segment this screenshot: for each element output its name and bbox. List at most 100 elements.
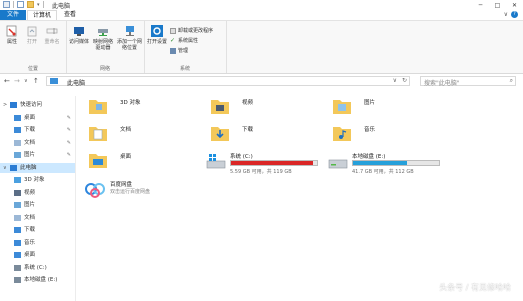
new-folder-quick-icon[interactable] [27, 1, 34, 8]
drive-usage-fill [353, 161, 407, 165]
tab-view[interactable]: 查看 [57, 10, 83, 20]
rename-button[interactable]: 重命名 [42, 25, 62, 45]
properties-label: 属性 [6, 39, 17, 45]
media-icon [73, 25, 85, 37]
customize-toolbar-icon[interactable]: ▾ [37, 2, 40, 8]
search-box[interactable]: 搜索"此电脑" ⌕ [420, 76, 516, 87]
folder-music[interactable]: 音乐 [332, 123, 442, 145]
minimize-button[interactable]: ─ [472, 0, 489, 10]
manage-button[interactable]: 管理 [170, 47, 188, 54]
folder-pictures[interactable]: 图片 [332, 96, 442, 118]
sidebar-item-label: 文档 [24, 214, 36, 221]
system-properties-button[interactable]: ✓ 系统属性 [170, 37, 198, 44]
sidebar-item[interactable]: 文档 ✎ [0, 138, 75, 148]
properties-quick-icon[interactable] [17, 1, 24, 8]
folder-3d-objects[interactable]: 3D 对象 [88, 96, 198, 118]
manage-icon [170, 47, 176, 54]
sidebar-item[interactable]: 桌面 [0, 250, 75, 260]
network-drive-icon [97, 25, 109, 37]
ribbon-expand-icon[interactable]: ∨ [504, 11, 508, 18]
sidebar-item[interactable]: ∨ 此电脑 [0, 162, 75, 173]
drive-usage-bar [352, 160, 440, 166]
sidebar-item[interactable]: 图片 ✎ [0, 150, 75, 160]
sidebar-item[interactable]: > 快速访问 [0, 100, 75, 110]
network-location-icon [124, 25, 136, 37]
ribbon-group-label-system: 系统 [179, 66, 190, 72]
sidebar-item-label: 3D 对象 [24, 177, 45, 183]
folder-desktop[interactable]: 桌面 [88, 150, 198, 172]
pin-icon[interactable]: ✎ [67, 113, 71, 123]
ribbon-group-location: 属性 打开 重命名 位置 [0, 21, 67, 73]
document-icon [14, 139, 21, 146]
pin-icon[interactable]: ✎ [67, 125, 71, 135]
access-media-label: 访问媒体 [68, 39, 89, 45]
sidebar-item[interactable]: 系统 (C:) [0, 263, 75, 273]
sidebar-item[interactable]: 下载 ✎ [0, 125, 75, 135]
document-icon [14, 214, 21, 221]
sidebar-item-label: 视频 [24, 189, 36, 196]
pictures-folder-icon [332, 96, 352, 116]
tab-file[interactable]: 文件 [0, 10, 26, 20]
sidebar-item-label: 本地磁盘 (E:) [24, 277, 58, 283]
folder-videos[interactable]: 视频 [210, 96, 320, 118]
download-icon [14, 227, 21, 233]
back-button[interactable]: ← [4, 77, 10, 85]
forward-button[interactable]: → [14, 77, 20, 85]
recent-locations-button[interactable]: ∨ [24, 78, 28, 84]
drive-free-space: 5.59 GB 可用，共 119 GB [230, 169, 292, 175]
expand-arrow-icon[interactable]: > [3, 100, 7, 110]
pin-icon[interactable]: ✎ [67, 150, 71, 160]
desktop-icon [14, 252, 21, 258]
sidebar-item[interactable]: 本地磁盘 (E:) [0, 275, 75, 285]
folder-documents[interactable]: 文档 [88, 123, 198, 145]
address-dropdown-icon[interactable]: ∨ [393, 77, 397, 84]
drive-name: 系统 (C:) [230, 154, 253, 160]
maximize-button[interactable]: □ [489, 0, 506, 10]
cube-icon [14, 177, 21, 183]
add-network-location-button[interactable]: 添加一个网络位置 [117, 25, 142, 51]
ribbon-group-network: 访问媒体 映射网络驱动器 添加一个网络位置 网络 [66, 21, 145, 73]
access-media-button[interactable]: 访问媒体 [68, 25, 90, 45]
properties-button[interactable]: 属性 [2, 25, 22, 45]
content-area: 3D 对象 视频 图片 文档 下载 音乐 桌面 系统 (C:) 5.59 GB … [78, 88, 523, 301]
window-icon[interactable] [3, 1, 10, 8]
map-network-drive-button[interactable]: 映射网络驱动器 [91, 25, 115, 51]
toolbar-divider [13, 1, 14, 8]
uninstall-program-button[interactable]: 卸载或更改程序 [170, 27, 213, 34]
sidebar-item-label: 下载 [24, 227, 36, 233]
open-settings-button[interactable]: 打开设置 [147, 25, 167, 45]
folder-name: 音乐 [364, 127, 376, 133]
sidebar-item-label: 音乐 [24, 239, 36, 246]
sidebar-item[interactable]: 桌面 ✎ [0, 113, 75, 123]
sidebar-item[interactable]: 视频 [0, 188, 75, 198]
sidebar-item-label: 桌面 [24, 114, 36, 121]
ribbon-group-label-network: 网络 [99, 66, 110, 72]
map-network-drive-label: 映射网络驱动器 [92, 39, 113, 51]
address-bar[interactable]: 此电脑 ∨ ↻ [46, 76, 410, 87]
add-network-location-label: 添加一个网络位置 [117, 39, 143, 51]
sidebar-item-label: 快速访问 [20, 102, 43, 108]
sidebar-item-label: 下载 [24, 127, 36, 133]
sidebar-item[interactable]: 下载 [0, 225, 75, 235]
help-icon[interactable]: ? [511, 11, 518, 18]
up-button[interactable]: ↑ [33, 77, 39, 85]
pin-icon[interactable]: ✎ [67, 138, 71, 148]
close-button[interactable]: ✕ [506, 0, 523, 10]
open-button[interactable]: 打开 [22, 25, 42, 45]
drive-c[interactable]: 系统 (C:) 5.59 GB 可用，共 119 GB [206, 152, 326, 176]
open-icon [26, 25, 38, 37]
sidebar-item[interactable]: 3D 对象 [0, 175, 75, 185]
3d-objects-folder-icon [88, 96, 108, 116]
sidebar-item[interactable]: 图片 [0, 200, 75, 210]
folder-name: 视频 [242, 100, 254, 106]
baidu-netdisk[interactable]: 百度网盘 双击运行百度网盘 [84, 180, 204, 202]
system-properties-label: 系统属性 [178, 38, 199, 44]
toolbar-divider [42, 1, 44, 8]
tab-computer[interactable]: 计算机 [27, 10, 57, 20]
sidebar-item[interactable]: 文档 [0, 213, 75, 223]
refresh-icon[interactable]: ↻ [402, 77, 407, 84]
sidebar-item[interactable]: 音乐 [0, 238, 75, 248]
folder-downloads[interactable]: 下载 [210, 123, 320, 145]
drive-e[interactable]: 本地磁盘 (E:) 41.7 GB 可用，共 112 GB [328, 152, 448, 176]
expand-arrow-icon[interactable]: ∨ [3, 163, 7, 173]
